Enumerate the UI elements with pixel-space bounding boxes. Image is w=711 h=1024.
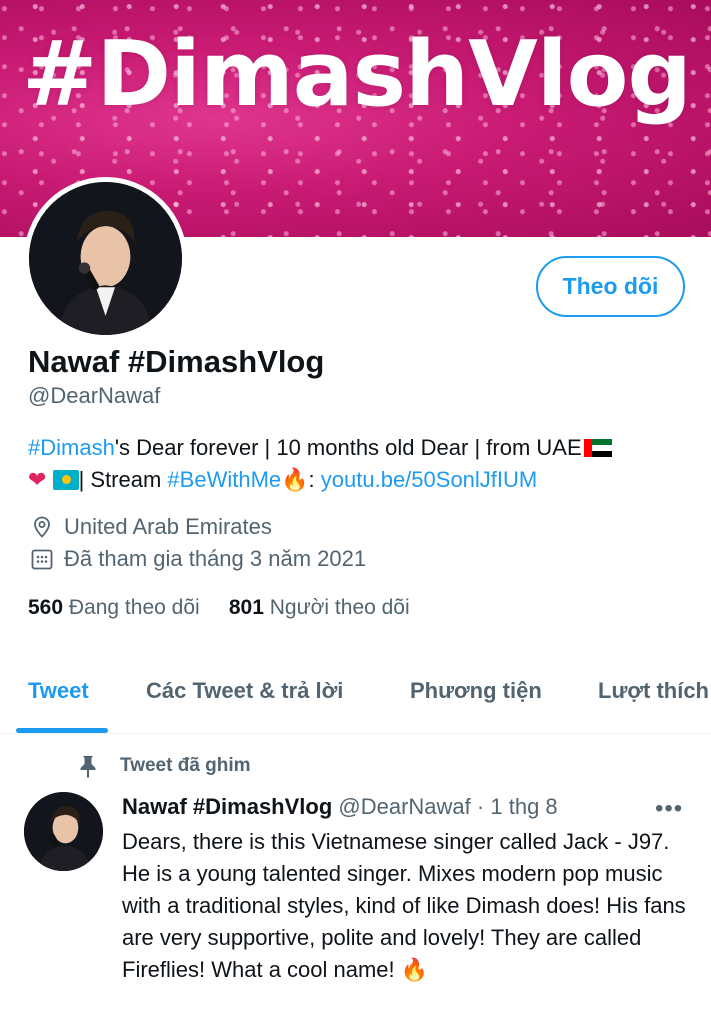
tweet-header: Nawaf #DimashVlog @DearNawaf · 1 thg 8 [122, 794, 558, 820]
avatar-image [29, 182, 182, 335]
tab-tweets-and-replies[interactable]: Các Tweet & trả lời [146, 678, 343, 704]
tweet-author-name[interactable]: Nawaf #DimashVlog [122, 794, 332, 819]
bio-hashtag-dimash[interactable]: #Dimash [28, 435, 115, 460]
profile-display-name: Nawaf #DimashVlog [28, 344, 325, 379]
bio-text-2: | Stream [78, 467, 168, 492]
heart-icon: ❤ [28, 467, 47, 492]
fire-icon: 🔥 [281, 467, 309, 492]
pinned-text: Tweet đã ghim [120, 755, 251, 776]
tweet-separator: · [476, 794, 485, 819]
profile-avatar[interactable] [24, 177, 187, 340]
banner-text: #DimashVlog [22, 22, 692, 127]
profile-tabs: Tweet Các Tweet & trả lời Phương tiện Lư… [0, 652, 711, 734]
following-label: Đang theo dõi [68, 596, 200, 619]
followers-label: Người theo dõi [269, 596, 410, 619]
bio-colon: : [308, 467, 321, 492]
pinned-tweet-label: Tweet đã ghim [78, 754, 251, 778]
tweet-author-avatar[interactable] [24, 792, 103, 871]
tweet-text: Dears, there is this Vietnamese singer c… [122, 829, 686, 982]
tab-likes[interactable]: Lượt thích [598, 678, 709, 704]
follow-counts: 560 Đang theo dõi 801 Người theo dõi [28, 596, 410, 620]
location-pin-icon [34, 516, 50, 538]
bio-youtube-link[interactable]: youtu.be/50SonlJfIUM [321, 467, 537, 492]
following-link[interactable]: 560 Đang theo dõi [28, 596, 200, 619]
calendar-icon [31, 549, 53, 570]
profile-handle: @DearNawaf [28, 383, 161, 408]
tab-tweets[interactable]: Tweet [28, 678, 89, 704]
tab-media[interactable]: Phương tiện [410, 678, 542, 704]
bio-hashtag-bewithme[interactable]: #BeWithMe [167, 467, 281, 492]
profile-joined-date: Đã tham gia tháng 3 năm 2021 [30, 546, 366, 572]
joined-text: Đã tham gia tháng 3 năm 2021 [64, 546, 367, 571]
more-horizontal-icon[interactable]: ••• [655, 795, 683, 823]
kazakhstan-flag-icon [52, 470, 79, 490]
following-count: 560 [28, 596, 64, 619]
uae-flag-icon [583, 439, 612, 457]
pin-icon [80, 756, 96, 778]
profile-location: United Arab Emirates [30, 514, 272, 540]
active-tab-indicator [16, 728, 108, 733]
bio-text-1: 's Dear forever | 10 months old Dear | f… [114, 435, 582, 460]
location-text: United Arab Emirates [64, 514, 272, 539]
tweet-author-handle[interactable]: @DearNawaf [338, 794, 470, 819]
followers-count: 801 [228, 596, 264, 619]
tweet-avatar-image [24, 792, 103, 871]
bio-line-1: #Dimash's Dear forever | 10 months old D… [28, 432, 688, 464]
bio-line-2: ❤ | Stream #BeWithMe🔥: youtu.be/50SonlJf… [28, 464, 688, 496]
profile-bio: #Dimash's Dear forever | 10 months old D… [28, 432, 688, 496]
tweet-time[interactable]: 1 thg 8 [490, 794, 557, 819]
follow-button[interactable]: Theo dõi [536, 256, 685, 317]
followers-link[interactable]: 801 Người theo dõi [229, 596, 410, 619]
